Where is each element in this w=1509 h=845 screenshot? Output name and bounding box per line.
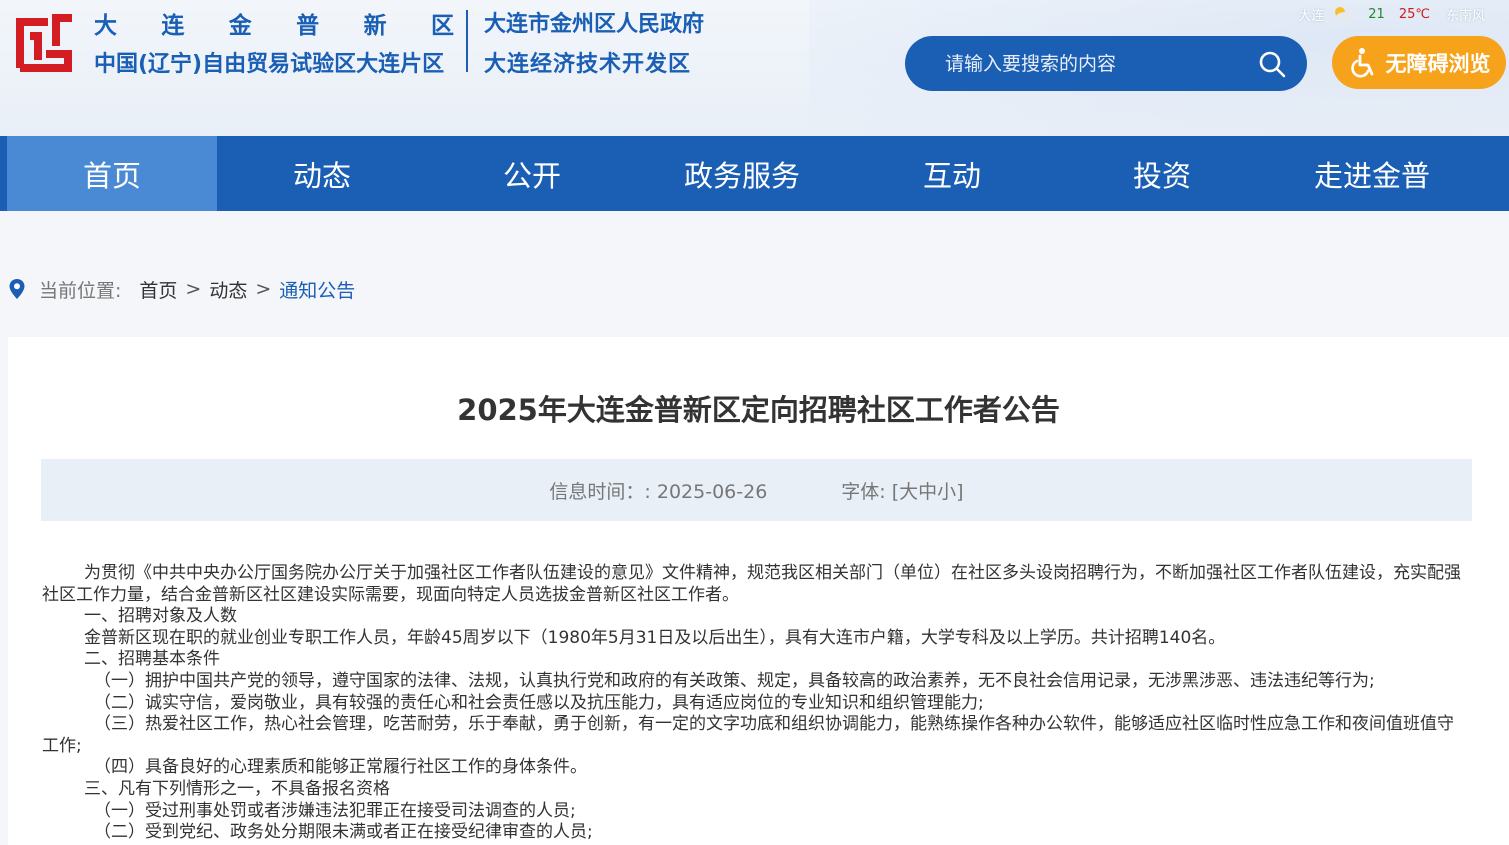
breadcrumb-home[interactable]: 首页 (139, 276, 177, 303)
brand-subtitle: 中国(辽宁)自由贸易试验区大连片区 (94, 52, 445, 77)
publish-date: 信息时间：: 2025-06-26 (549, 480, 768, 503)
brand-char: 普 (296, 13, 320, 39)
weather-wind: 东南风 (1445, 8, 1485, 24)
article-panel: 2025年大连金普新区定向招聘社区工作者公告 信息时间：: 2025-06-26… (8, 337, 1509, 845)
breadcrumb: 当前位置: 首页 > 动态 > 通知公告 (8, 276, 355, 302)
search-icon[interactable] (1257, 49, 1287, 79)
weather-high-temp: 25℃ (1398, 6, 1430, 22)
article-body: 为贯彻《中共中央办公厅国务院办公厅关于加强社区工作者队伍建设的意见》文件精神，规… (42, 563, 1470, 844)
breadcrumb-separator: > (185, 278, 202, 300)
location-pin-icon (9, 279, 25, 299)
breadcrumb-news[interactable]: 动态 (209, 276, 247, 303)
weather-low-temp: 21 (1368, 6, 1385, 22)
breadcrumb-notices[interactable]: 通知公告 (279, 276, 355, 303)
gov-name-2: 大连经济技术开发区 (484, 52, 692, 77)
paragraph: 为贯彻《中共中央办公厅国务院办公厅关于加强社区工作者队伍建设的意见》文件精神，规… (42, 563, 1461, 605)
list-item: （四）具备良好的心理素质和能够正常履行社区工作的身体条件。 (94, 757, 587, 778)
list-item: （三）热爱社区工作，热心社会管理，吃苦耐劳，乐于奉献，勇于创新，有一定的文字功底… (42, 714, 1454, 756)
article-title: 2025年大连金普新区定向招聘社区工作者公告 (457, 393, 1060, 427)
main-nav: 首页 动态 公开 政务服务 互动 投资 走进金普 (0, 136, 1509, 211)
accessibility-button[interactable]: 无障碍浏览 (1332, 36, 1506, 89)
brand-char: 区 (430, 13, 454, 39)
brand-char: 大 (94, 13, 117, 39)
partly-cloudy-icon (1335, 7, 1355, 22)
nav-item-investment[interactable]: 投资 (1057, 136, 1267, 211)
accessibility-label: 无障碍浏览 (1385, 51, 1491, 76)
article-meta-bar: 信息时间：: 2025-06-26 字体: [大中小] (41, 459, 1472, 521)
breadcrumb-separator: > (255, 278, 272, 300)
wheelchair-icon (1350, 47, 1373, 77)
nav-item-interaction[interactable]: 互动 (847, 136, 1057, 211)
brand-char: 金 (228, 13, 252, 39)
site-header: 大 连 金 普 新 区 中国(辽宁)自由贸易试验区大连片区 大连市金州区人民政府… (0, 0, 1509, 136)
gov-name-1: 大连市金州区人民政府 (484, 12, 705, 37)
search-box[interactable] (905, 36, 1307, 91)
nav-item-home[interactable]: 首页 (7, 136, 217, 211)
paragraph: 金普新区现在职的就业创业专职工作人员，年龄45周岁以下（1980年5月31日及以… (84, 627, 1226, 648)
list-item: （二）诚实守信，爱岗敬业，具有较强的责任心和社会责任感以及抗压能力，具有适应岗位… (94, 692, 984, 713)
section-heading: 三、凡有下列情形之一，不具备报名资格 (84, 778, 390, 799)
list-item: （一）拥护中国共产党的领导，遵守国家的法律、法规，认真执行党和政府的有关政策、规… (94, 670, 1375, 691)
list-item: （一）受过刑事处罚或者涉嫌违法犯罪正在接受司法调查的人员; (94, 800, 576, 821)
nav-item-services[interactable]: 政务服务 (637, 136, 847, 211)
nav-item-public[interactable]: 公开 (427, 136, 637, 211)
brand-char: 连 (161, 13, 185, 39)
brand-divider (466, 10, 468, 72)
breadcrumb-label: 当前位置: (39, 279, 122, 302)
nav-item-about[interactable]: 走进金普 (1267, 136, 1477, 211)
section-heading: 一、招聘对象及人数 (84, 606, 237, 627)
section-heading: 二、招聘基本条件 (84, 649, 220, 670)
weather-widget: 大连 21 25℃ 东南风 (1298, 4, 1485, 24)
brand-name: 大 连 金 普 新 区 (94, 6, 454, 40)
weather-city: 大连 (1298, 8, 1325, 24)
nav-item-news[interactable]: 动态 (217, 136, 427, 211)
list-item: （二）受到党纪、政务处分期限未满或者正在接受纪律审查的人员; (94, 822, 593, 843)
brand-char: 新 (363, 13, 387, 39)
logo-icon[interactable] (8, 6, 80, 78)
search-input[interactable] (943, 51, 1257, 76)
font-size-control[interactable]: 字体: [大中小] (841, 477, 963, 504)
